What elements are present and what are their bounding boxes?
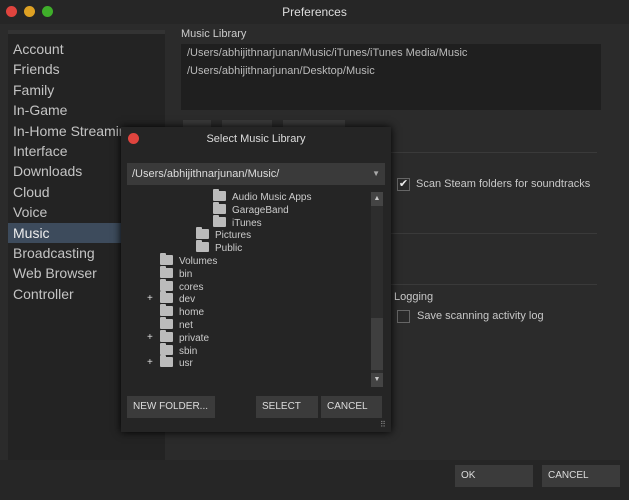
new-folder-button[interactable]: NEW FOLDER... [127, 396, 215, 418]
close-window-button[interactable] [6, 6, 17, 17]
folder-name: cores [179, 281, 204, 293]
divider [391, 284, 597, 285]
dialog-title: Select Music Library [206, 133, 306, 145]
expand-icon[interactable]: + [147, 357, 153, 368]
select-music-library-dialog: Select Music Library /Users/abhijithnarj… [121, 127, 391, 432]
folder-name: private [179, 332, 210, 344]
folder-icon [160, 317, 173, 329]
folder-item[interactable]: Audio Music Apps [213, 189, 312, 204]
footer [0, 460, 629, 500]
path-value: /Users/abhijithnarjunan/Music/ [132, 168, 280, 180]
sidebar-item-family[interactable]: Family [13, 80, 163, 100]
folder-icon [213, 189, 226, 201]
library-path[interactable]: /Users/abhijithnarjunan/Desktop/Music [187, 65, 601, 80]
folder-name: dev [179, 294, 196, 306]
folder-icon [160, 265, 173, 278]
zoom-window-button[interactable] [42, 6, 53, 17]
path-dropdown[interactable]: /Users/abhijithnarjunan/Music/ ▼ [127, 163, 385, 185]
sidebar-item-friends[interactable]: Friends [13, 59, 163, 79]
cancel-button[interactable]: CANCEL [542, 465, 620, 487]
expand-icon[interactable]: + [147, 293, 153, 304]
folder-item[interactable]: cores [160, 278, 204, 294]
folder-item[interactable]: private [160, 329, 210, 345]
folder-icon [213, 214, 226, 227]
select-button[interactable]: SELECT [256, 396, 318, 418]
sidebar-item-account[interactable]: Account [13, 39, 163, 59]
save-log-label: Save scanning activity log [417, 310, 544, 322]
music-library-list[interactable]: /Users/abhijithnarjunan/Music/iTunes/iTu… [181, 44, 601, 110]
folder-name: usr [179, 358, 193, 370]
folder-item[interactable]: usr [160, 355, 193, 370]
music-library-label: Music Library [181, 28, 247, 40]
scroll-down-icon[interactable]: ▼ [371, 373, 383, 387]
folder-name: bin [179, 268, 193, 280]
logging-label: Logging [394, 291, 434, 303]
folder-item[interactable]: Pictures [196, 227, 252, 242]
folder-name: Public [215, 243, 243, 255]
folder-item[interactable]: iTunes [213, 214, 262, 230]
title-bar: Preferences [0, 0, 629, 24]
folder-icon [160, 278, 173, 291]
folder-icon [160, 355, 173, 368]
folder-name: Audio Music Apps [232, 192, 312, 203]
folder-icon [160, 304, 173, 317]
sidebar-item-in-game[interactable]: In-Game [13, 100, 163, 120]
scan-steam-checkbox[interactable]: ✔ [397, 178, 410, 191]
folder-item[interactable]: Public [196, 240, 243, 255]
scrollbar-thumb[interactable] [371, 318, 383, 370]
folder-icon [160, 342, 173, 355]
folder-icon [213, 201, 226, 214]
folder-item[interactable]: GarageBand [213, 201, 289, 217]
expand-icon[interactable]: + [147, 332, 153, 343]
scrollbar[interactable]: ▲ ▼ [371, 192, 383, 387]
scan-steam-label: Scan Steam folders for soundtracks [416, 178, 591, 190]
folder-name: net [179, 320, 193, 331]
folder-name: Volumes [179, 256, 218, 267]
resize-grip-icon[interactable]: ⠿ [380, 420, 386, 429]
folder-name: iTunes [232, 217, 262, 229]
folder-icon [160, 329, 173, 342]
ok-button[interactable]: OK [455, 465, 533, 487]
library-path[interactable]: /Users/abhijithnarjunan/Music/iTunes/iTu… [187, 47, 601, 62]
divider [391, 233, 597, 234]
folder-icon [196, 240, 209, 253]
scroll-up-icon[interactable]: ▲ [371, 192, 383, 206]
folder-icon [196, 227, 209, 240]
window-title: Preferences [282, 5, 347, 19]
minimize-window-button[interactable] [24, 6, 35, 17]
folder-item[interactable]: home [160, 304, 205, 319]
folder-name: GarageBand [232, 204, 289, 216]
folder-name: sbin [179, 345, 198, 357]
chevron-down-icon: ▼ [372, 169, 380, 178]
dialog-cancel-button[interactable]: CANCEL [321, 396, 382, 418]
folder-icon [160, 253, 173, 265]
folder-name: Pictures [215, 230, 252, 242]
folder-icon [160, 291, 173, 304]
save-log-checkbox[interactable] [397, 310, 410, 323]
folder-name: home [179, 307, 205, 319]
folder-item[interactable]: Volumes [160, 253, 218, 268]
